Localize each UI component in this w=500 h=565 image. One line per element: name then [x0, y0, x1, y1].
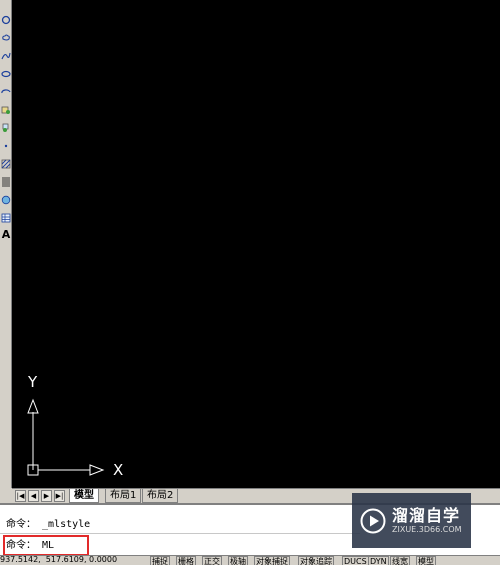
watermark-url: ZIXUE.3D66.COM: [392, 525, 462, 534]
status-bar: 937.5142, 517.6109, 0.0000 捕捉 栅格 正交 极轴 对…: [0, 555, 500, 565]
ortho-toggle[interactable]: 正交: [202, 556, 222, 565]
insert-block-icon[interactable]: [0, 104, 12, 116]
lineweight-toggle[interactable]: 线宽: [390, 556, 410, 565]
gradient-icon[interactable]: [0, 176, 12, 188]
watermark-title: 溜溜自学: [392, 506, 461, 525]
watermark-text: 溜溜自学 ZIXUE.3D66.COM: [392, 506, 462, 535]
circle-icon[interactable]: [0, 14, 12, 26]
revision-cloud-icon[interactable]: [0, 32, 12, 44]
make-block-icon[interactable]: [0, 122, 12, 134]
command-highlight-box: [3, 535, 89, 556]
grid-toggle[interactable]: 栅格: [176, 556, 196, 565]
previous-tab-button[interactable]: ◀: [28, 490, 39, 502]
tab-layout2[interactable]: 布局2: [142, 489, 179, 503]
drawing-canvas[interactable]: Y X: [12, 0, 500, 488]
multiline-text-icon[interactable]: A: [0, 229, 12, 241]
left-arrow-icon: ◀: [30, 492, 37, 500]
model-toggle[interactable]: 模型: [416, 556, 436, 565]
ducs-toggle[interactable]: DUCS: [342, 556, 369, 565]
last-arrow-icon: ▶|: [55, 492, 64, 500]
first-arrow-icon: |◀: [16, 492, 25, 500]
hatch-icon[interactable]: [0, 158, 12, 170]
ellipse-arc-icon[interactable]: [0, 86, 12, 98]
ucs-y-label: Y: [28, 373, 38, 391]
osnap-toggle[interactable]: 对象捕捉: [254, 556, 290, 565]
region-icon[interactable]: [0, 194, 12, 206]
spline-icon[interactable]: [0, 50, 12, 62]
snap-toggle[interactable]: 捕捉: [150, 556, 170, 565]
dyn-toggle[interactable]: DYN: [368, 556, 389, 565]
ucs-x-label: X: [113, 461, 124, 479]
command-divider: [0, 533, 360, 534]
draw-toolbar: A: [0, 0, 12, 488]
coordinate-readout: 937.5142, 517.6109, 0.0000: [0, 555, 118, 564]
next-tab-button[interactable]: ▶: [41, 490, 52, 502]
last-tab-button[interactable]: ▶|: [54, 490, 65, 502]
point-icon[interactable]: [0, 140, 12, 152]
otrack-toggle[interactable]: 对象追踪: [298, 556, 334, 565]
first-tab-button[interactable]: |◀: [15, 490, 26, 502]
watermark-badge: 溜溜自学 ZIXUE.3D66.COM: [352, 493, 471, 548]
tab-layout1[interactable]: 布局1: [105, 489, 142, 503]
play-logo-icon: [360, 508, 386, 533]
ellipse-icon[interactable]: [0, 68, 12, 80]
table-icon[interactable]: [0, 212, 12, 224]
ucs-icon: [27, 398, 105, 476]
tab-model[interactable]: 模型: [69, 489, 99, 503]
right-arrow-icon: ▶: [43, 492, 50, 500]
command-history-line: 命令： _mlstyle: [6, 519, 91, 530]
polar-toggle[interactable]: 极轴: [228, 556, 248, 565]
